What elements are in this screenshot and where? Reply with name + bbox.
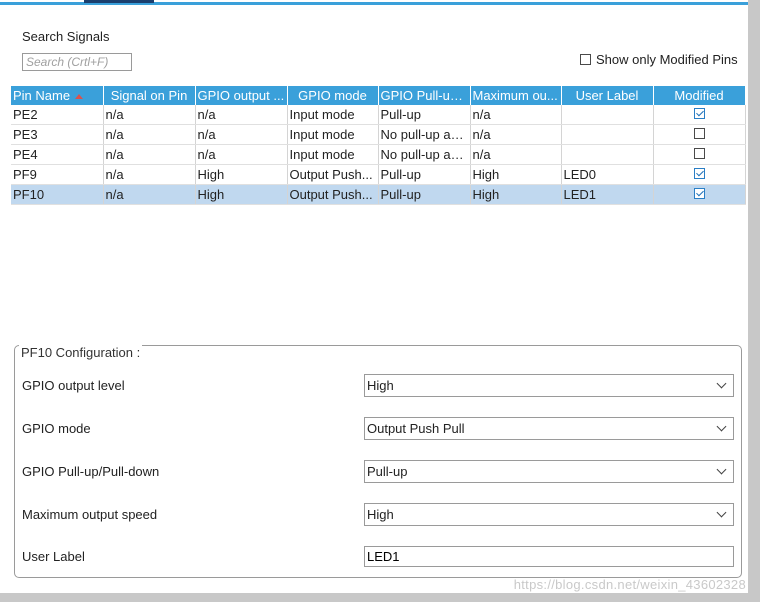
cell-signal: n/a [103, 124, 196, 145]
table-row[interactable]: PF10 n/a High Output Push... Pull-up High LED1 [11, 184, 746, 205]
gpio-mode-label: GPIO mode [22, 421, 91, 436]
cell-output-level: n/a [195, 105, 288, 125]
cell-modified [653, 164, 746, 185]
table-row[interactable]: PE4 n/a n/a Input mode No pull-up an... n/a [11, 144, 746, 165]
gpio-output-level-select[interactable]: High [364, 374, 734, 397]
show-modified-checkbox[interactable] [580, 54, 591, 65]
search-signals-label: Search Signals [22, 29, 110, 44]
cell-pin-name: PF9 [11, 164, 104, 185]
cell-output-level: High [195, 164, 288, 185]
modified-checkbox-icon[interactable] [693, 108, 705, 119]
cell-output-level: n/a [195, 124, 288, 145]
chevron-down-icon [716, 507, 727, 518]
user-label-label: User Label [22, 549, 85, 564]
gpio-pull-label: GPIO Pull-up/Pull-down [22, 464, 160, 479]
max-output-speed-label: Maximum output speed [22, 507, 158, 522]
cell-signal: n/a [103, 164, 196, 185]
cell-user-label: LED1 [561, 184, 654, 205]
modified-checkbox-icon[interactable] [693, 188, 705, 199]
table-row[interactable]: PF9 n/a High Output Push... Pull-up High LED0 [11, 164, 746, 185]
col-header-modified[interactable]: Modified [653, 86, 746, 105]
select-value: Pull-up [367, 464, 408, 479]
sort-ascending-icon [75, 94, 84, 100]
top-tab-strip [0, 0, 760, 8]
cell-signal: n/a [103, 144, 196, 165]
cell-modified [653, 124, 746, 145]
cell-pin-name: PE4 [11, 144, 104, 165]
show-modified-label: Show only Modified Pins [596, 52, 738, 67]
col-header-pull[interactable]: GPIO Pull-up... [378, 86, 471, 105]
cell-pin-name: PE3 [11, 124, 104, 145]
modified-checkbox-icon[interactable] [693, 168, 705, 179]
cell-signal: n/a [103, 105, 196, 125]
table-row[interactable]: PE2 n/a n/a Input mode Pull-up n/a [11, 105, 746, 125]
cell-mode: Output Push... [287, 184, 379, 205]
modified-checkbox-icon[interactable] [693, 148, 705, 159]
window-edge-bottom [0, 593, 760, 602]
col-header-mode[interactable]: GPIO mode [287, 86, 379, 105]
cell-pin-name: PE2 [11, 105, 104, 125]
cell-user-label [561, 144, 654, 165]
show-modified-toggle[interactable]: Show only Modified Pins [580, 52, 738, 67]
col-header-speed[interactable]: Maximum ou... [470, 86, 562, 105]
cell-signal: n/a [103, 184, 196, 205]
modified-checkbox-icon[interactable] [693, 128, 705, 139]
select-value: High [367, 378, 394, 393]
cell-modified [653, 105, 746, 125]
cell-mode: Input mode [287, 105, 379, 125]
gpio-pull-select[interactable]: Pull-up [364, 460, 734, 483]
cell-speed: n/a [470, 144, 562, 165]
col-header-output-level[interactable]: GPIO output ... [195, 86, 288, 105]
cell-mode: Input mode [287, 144, 379, 165]
user-label-input[interactable] [364, 546, 734, 567]
cell-pull: Pull-up [378, 164, 471, 185]
col-header-pin-name[interactable]: Pin Name [11, 86, 104, 105]
select-value: High [367, 507, 394, 522]
active-tab-indicator[interactable] [84, 0, 154, 3]
chevron-down-icon [716, 378, 727, 389]
table-row[interactable]: PE3 n/a n/a Input mode No pull-up an... n/a [11, 124, 746, 145]
cell-speed: n/a [470, 124, 562, 145]
max-output-speed-select[interactable]: High [364, 503, 734, 526]
cell-pull: No pull-up an... [378, 124, 471, 145]
cell-pull: Pull-up [378, 105, 471, 125]
table-header-row: Pin Name Signal on Pin GPIO output ... G… [11, 86, 746, 105]
col-header-signal[interactable]: Signal on Pin [103, 86, 196, 105]
gpio-output-level-label: GPIO output level [22, 378, 125, 393]
cell-mode: Output Push... [287, 164, 379, 185]
cell-speed: n/a [470, 105, 562, 125]
cell-modified [653, 184, 746, 205]
cell-pull: No pull-up an... [378, 144, 471, 165]
col-header-user-label[interactable]: User Label [561, 86, 654, 105]
window-edge-right [748, 0, 760, 602]
search-input[interactable] [22, 53, 132, 71]
cell-output-level: n/a [195, 144, 288, 165]
watermark: https://blog.csdn.net/weixin_43602328 [513, 577, 746, 592]
cell-user-label [561, 105, 654, 125]
cell-modified [653, 144, 746, 165]
cell-pull: Pull-up [378, 184, 471, 205]
gpio-mode-select[interactable]: Output Push Pull [364, 417, 734, 440]
cell-user-label [561, 124, 654, 145]
cell-speed: High [470, 184, 562, 205]
cell-speed: High [470, 164, 562, 185]
cell-pin-name: PF10 [11, 184, 104, 205]
cell-mode: Input mode [287, 124, 379, 145]
select-value: Output Push Pull [367, 421, 465, 436]
pin-table: Pin Name Signal on Pin GPIO output ... G… [11, 86, 746, 205]
cell-output-level: High [195, 184, 288, 205]
chevron-down-icon [716, 464, 727, 475]
chevron-down-icon [716, 421, 727, 432]
col-header-label: Pin Name [13, 88, 71, 103]
configuration-title: PF10 Configuration : [19, 345, 143, 360]
cell-user-label: LED0 [561, 164, 654, 185]
